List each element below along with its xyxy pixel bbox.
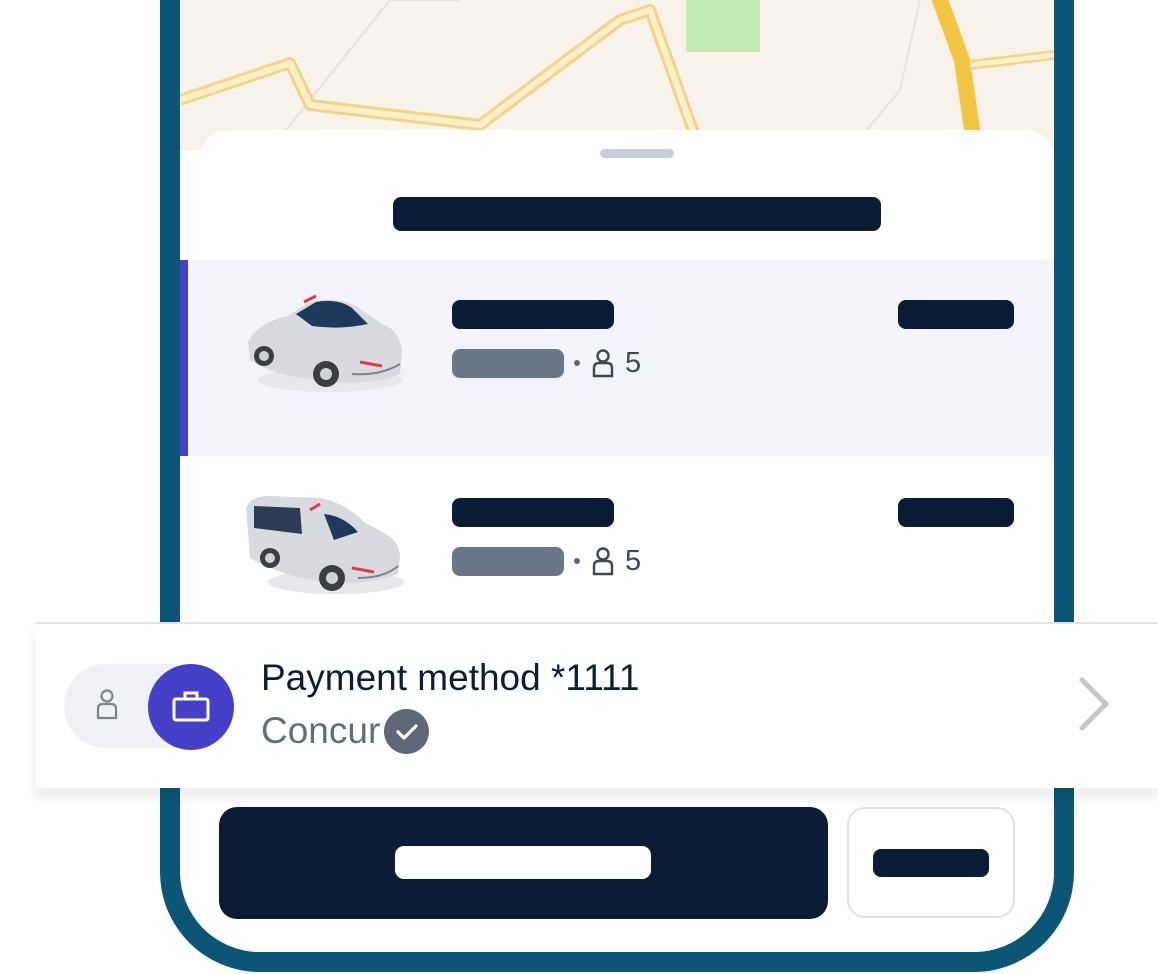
ride-price-placeholder xyxy=(898,300,1014,329)
confirm-ride-button[interactable] xyxy=(219,807,828,919)
payment-method-title: Payment method *1111 xyxy=(261,657,640,698)
payment-provider: Concur xyxy=(261,708,430,754)
ride-name-placeholder xyxy=(452,498,614,527)
separator-dot xyxy=(574,558,580,564)
sheet-grabber[interactable] xyxy=(600,149,674,158)
map[interactable] xyxy=(180,0,1054,150)
sheet-title-placeholder xyxy=(393,197,881,231)
selection-indicator xyxy=(180,260,188,456)
briefcase-icon xyxy=(172,691,210,722)
ride-name-placeholder xyxy=(452,300,614,329)
button-label-placeholder xyxy=(873,849,989,877)
schedule-button[interactable] xyxy=(847,807,1015,918)
minivan-icon xyxy=(246,496,404,594)
ride-eta-placeholder xyxy=(452,546,564,576)
separator-dot xyxy=(574,360,580,366)
passenger-count: 5 xyxy=(625,347,642,379)
ride-meta: 5 xyxy=(452,348,641,378)
person-icon xyxy=(592,349,614,378)
sedan-car-icon xyxy=(248,294,402,392)
checkmark-icon xyxy=(384,708,430,754)
chevron-right-icon[interactable] xyxy=(1076,676,1112,732)
ride-meta: 5 xyxy=(452,546,641,576)
person-icon xyxy=(96,689,118,720)
ride-price-placeholder xyxy=(898,498,1014,527)
ride-option-row[interactable]: 5 xyxy=(180,260,1054,456)
payment-method-selector[interactable]: Payment method *1111 Concur xyxy=(36,622,1158,788)
business-toggle-knob[interactable] xyxy=(148,664,234,750)
profile-toggle[interactable] xyxy=(64,664,234,750)
button-label-placeholder xyxy=(395,846,651,879)
ride-eta-placeholder xyxy=(452,348,564,378)
passenger-count: 5 xyxy=(625,545,642,577)
person-icon xyxy=(592,547,614,576)
payment-provider-name: Concur xyxy=(261,710,381,751)
